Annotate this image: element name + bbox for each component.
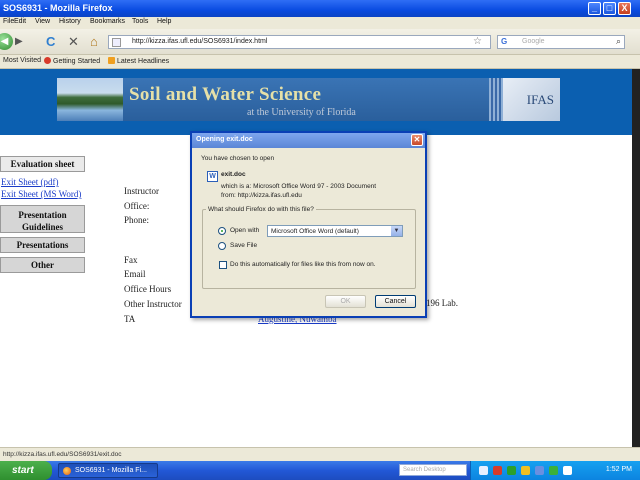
other-instructor-label: Other Instructor <box>124 299 182 309</box>
dialog-title: Opening exit.doc <box>196 136 253 143</box>
dialog-file-source: from: http://kizza.ifas.ufl.edu <box>221 192 302 199</box>
opening-file-dialog: Opening exit.doc ✕ You have chosen to op… <box>190 131 427 318</box>
bookmark-star-icon[interactable]: ☆ <box>473 36 482 47</box>
search-bar[interactable]: G Google ⌕ <box>497 35 625 49</box>
navigation-toolbar: ◀ ▶ C ✕ ⌂ http://kizza.ifas.ufl.edu/SOS6… <box>0 29 640 55</box>
save-file-label: Save File <box>230 242 258 249</box>
desktop-search-input[interactable]: Search Desktop <box>399 464 467 476</box>
tray-update-icon[interactable] <box>521 466 530 475</box>
auto-checkbox-label: Do this automatically for files like thi… <box>230 261 376 268</box>
chevron-down-icon[interactable]: ▼ <box>391 226 402 236</box>
home-button[interactable]: ⌂ <box>90 34 98 50</box>
minimize-button[interactable]: _ <box>588 2 601 15</box>
ta-label: TA <box>124 314 136 324</box>
url-bar[interactable]: http://kizza.ifas.ufl.edu/SOS6931/index.… <box>108 35 491 49</box>
office-label: Office: <box>124 201 150 211</box>
banner-subtitle: at the University of Florida <box>247 107 356 118</box>
dialog-title-bar: Opening exit.doc ✕ <box>192 133 425 148</box>
bookmark-most-visited[interactable]: Most Visited <box>3 57 41 64</box>
cancel-button[interactable]: Cancel <box>375 295 416 308</box>
open-with-app: Microsoft Office Word (default) <box>271 228 359 235</box>
ok-button[interactable]: OK <box>325 295 366 308</box>
ifas-logo: IFAS <box>503 78 560 121</box>
menu-history[interactable]: History <box>59 18 81 25</box>
exit-sheet-word-link[interactable]: Exit Sheet (MS Word) <box>1 189 81 199</box>
action-group <box>202 209 416 289</box>
banner-photo <box>57 78 123 121</box>
dialog-file-type: which is a: Microsoft Office Word 97 - 2… <box>221 183 377 190</box>
dialog-filename: exit.doc <box>221 171 246 178</box>
email-label: Email <box>124 269 146 279</box>
tray-shield-icon[interactable] <box>493 466 502 475</box>
menu-bar: File Edit View History Bookmarks Tools H… <box>0 17 640 29</box>
taskbar-clock: 1:52 PM <box>605 466 632 473</box>
back-button[interactable]: ◀ <box>0 33 13 50</box>
action-question: What should Firefox do with this file? <box>206 206 316 213</box>
lab-text: 196 Lab. <box>426 298 458 308</box>
open-with-label: Open with <box>230 227 260 234</box>
reload-button[interactable]: C <box>46 34 55 50</box>
banner-title: Soil and Water Science <box>129 84 322 105</box>
fax-label: Fax <box>124 255 138 265</box>
menu-bookmarks[interactable]: Bookmarks <box>90 18 125 25</box>
maximize-button[interactable]: □ <box>603 2 616 15</box>
firefox-bookmark-icon <box>44 57 51 64</box>
word-document-icon: W <box>207 171 218 182</box>
tray-antivirus-icon[interactable] <box>549 466 558 475</box>
search-input[interactable]: Google <box>522 38 545 45</box>
menu-file[interactable]: File <box>3 18 14 25</box>
forward-button[interactable]: ▶ <box>15 34 23 50</box>
title-bar: SOS6931 - Mozilla Firefox _ □ X <box>0 0 640 17</box>
taskbar-firefox-item[interactable]: SOS6931 - Mozilla Fi... <box>58 463 158 478</box>
url-text[interactable]: http://kizza.ifas.ufl.edu/SOS6931/index.… <box>132 38 267 45</box>
system-tray: 1:52 PM <box>470 461 640 480</box>
status-bar: http://kizza.ifas.ufl.edu/SOS6931/exit.d… <box>0 447 640 461</box>
open-with-radio[interactable] <box>218 227 226 235</box>
auto-checkbox[interactable] <box>219 261 227 269</box>
stop-button[interactable]: ✕ <box>68 34 79 50</box>
search-engine-icon[interactable]: G <box>501 37 507 46</box>
sidebar-evaluation-sheet[interactable]: Evaluation sheet <box>0 156 85 172</box>
rss-icon <box>108 57 115 64</box>
windows-taskbar: start SOS6931 - Mozilla Fi... Search Des… <box>0 461 640 480</box>
instructor-label: Instructor <box>124 186 159 196</box>
bookmark-getting-started[interactable]: Getting Started <box>44 57 100 65</box>
sidebar-presentations[interactable]: Presentations <box>0 237 85 253</box>
phone-label: Phone: <box>124 215 150 225</box>
menu-view[interactable]: View <box>35 18 50 25</box>
tray-network-icon[interactable] <box>507 466 516 475</box>
search-icon[interactable]: ⌕ <box>616 36 621 47</box>
status-text: http://kizza.ifas.ufl.edu/SOS6931/exit.d… <box>3 451 122 458</box>
menu-tools[interactable]: Tools <box>132 18 148 25</box>
tray-volume-icon[interactable] <box>535 466 544 475</box>
start-button[interactable]: start <box>0 461 52 480</box>
dialog-intro: You have chosen to open <box>201 155 275 162</box>
dialog-close-button[interactable]: ✕ <box>411 134 423 146</box>
save-file-radio[interactable] <box>218 242 226 250</box>
page-favicon-icon <box>112 38 121 47</box>
close-window-button[interactable]: X <box>618 2 631 15</box>
open-with-select[interactable]: Microsoft Office Word (default) ▼ <box>267 225 403 237</box>
site-banner: Soil and Water Science at the University… <box>57 78 560 121</box>
window-title: SOS6931 - Mozilla Firefox <box>3 3 113 13</box>
bookmarks-toolbar: Most Visited Getting Started Latest Head… <box>0 55 640 69</box>
tray-device-icon[interactable] <box>563 466 572 475</box>
exit-sheet-pdf-link[interactable]: Exit Sheet (pdf) <box>1 177 59 187</box>
sidebar-other[interactable]: Other <box>0 257 85 273</box>
menu-edit[interactable]: Edit <box>14 18 26 25</box>
sidebar-presentation-guidelines[interactable]: Presentation Guidelines <box>0 205 85 233</box>
menu-help[interactable]: Help <box>157 18 171 25</box>
tray-help-icon[interactable] <box>479 466 488 475</box>
office-hours-label: Office Hours <box>124 284 172 294</box>
bookmark-latest-headlines[interactable]: Latest Headlines <box>108 57 169 65</box>
